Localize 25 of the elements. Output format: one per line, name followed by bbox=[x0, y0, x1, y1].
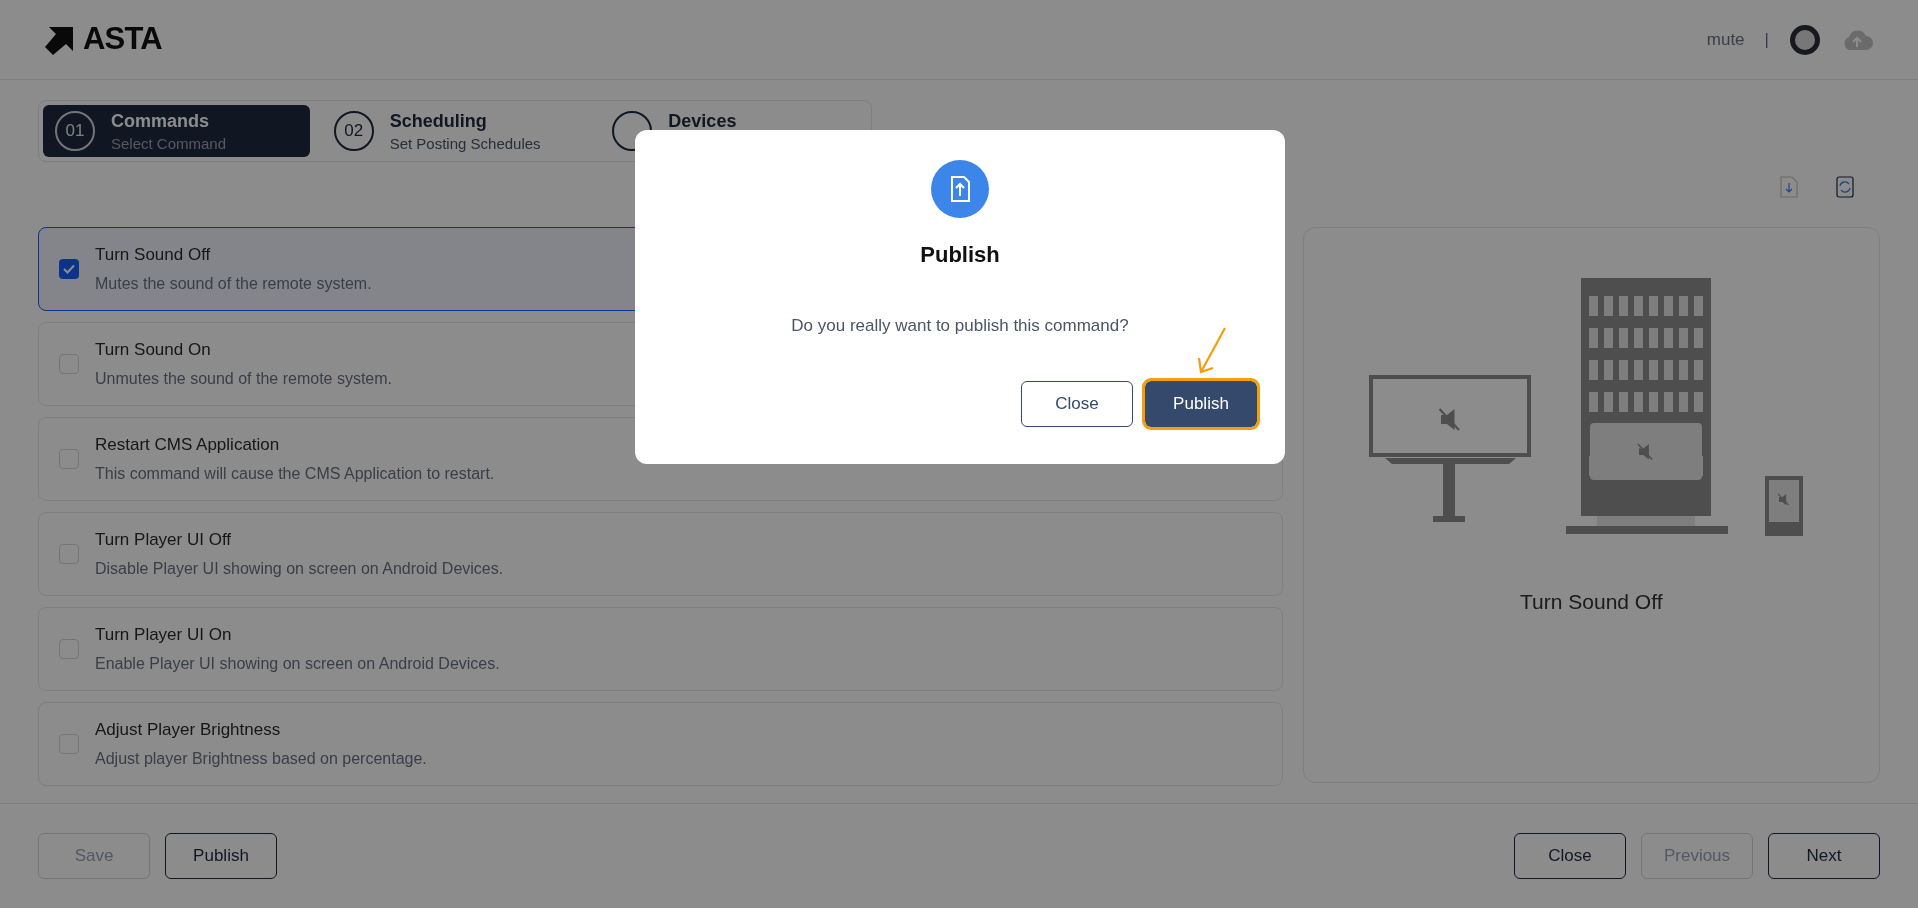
step-title: Devices bbox=[668, 112, 737, 130]
step-subtitle: Select Command bbox=[111, 136, 227, 151]
command-title: Turn Sound On bbox=[95, 339, 212, 362]
command-title: Turn Player UI Off bbox=[95, 529, 233, 552]
step-title: Commands bbox=[111, 112, 210, 130]
step-number: 01 bbox=[55, 111, 95, 151]
step-title: Scheduling bbox=[389, 112, 488, 130]
dialog-message: Do you really want to publish this command? bbox=[791, 315, 1129, 337]
command-description: Adjust player Brightness based on percentage. bbox=[95, 748, 427, 769]
dialog-title: Publish bbox=[920, 241, 1000, 269]
step-subtitle: Set Posting Schedules bbox=[389, 136, 541, 151]
command-description: Enable Player UI showing on screen on Android Devices. bbox=[95, 653, 500, 674]
preview-caption: Turn Sound Off bbox=[1520, 589, 1663, 615]
command-title: Turn Sound Off bbox=[95, 244, 212, 267]
command-description: This command will cause the CMS Application to restart. bbox=[95, 463, 495, 484]
command-title: Adjust Player Brightness bbox=[95, 719, 282, 742]
command-description: Unmutes the sound of the remote system. bbox=[95, 368, 393, 389]
command-description: Mutes the sound of the remote system. bbox=[95, 273, 372, 294]
command-title: Restart CMS Application bbox=[95, 434, 281, 457]
step-number: 02 bbox=[333, 111, 374, 151]
command-title: Turn Player UI On bbox=[95, 624, 233, 647]
user-label: mute bbox=[1706, 28, 1745, 51]
logo: ASTA bbox=[83, 20, 162, 59]
separator: | bbox=[1764, 28, 1769, 51]
command-description: Disable Player UI showing on screen on Android Devices. bbox=[95, 558, 504, 579]
